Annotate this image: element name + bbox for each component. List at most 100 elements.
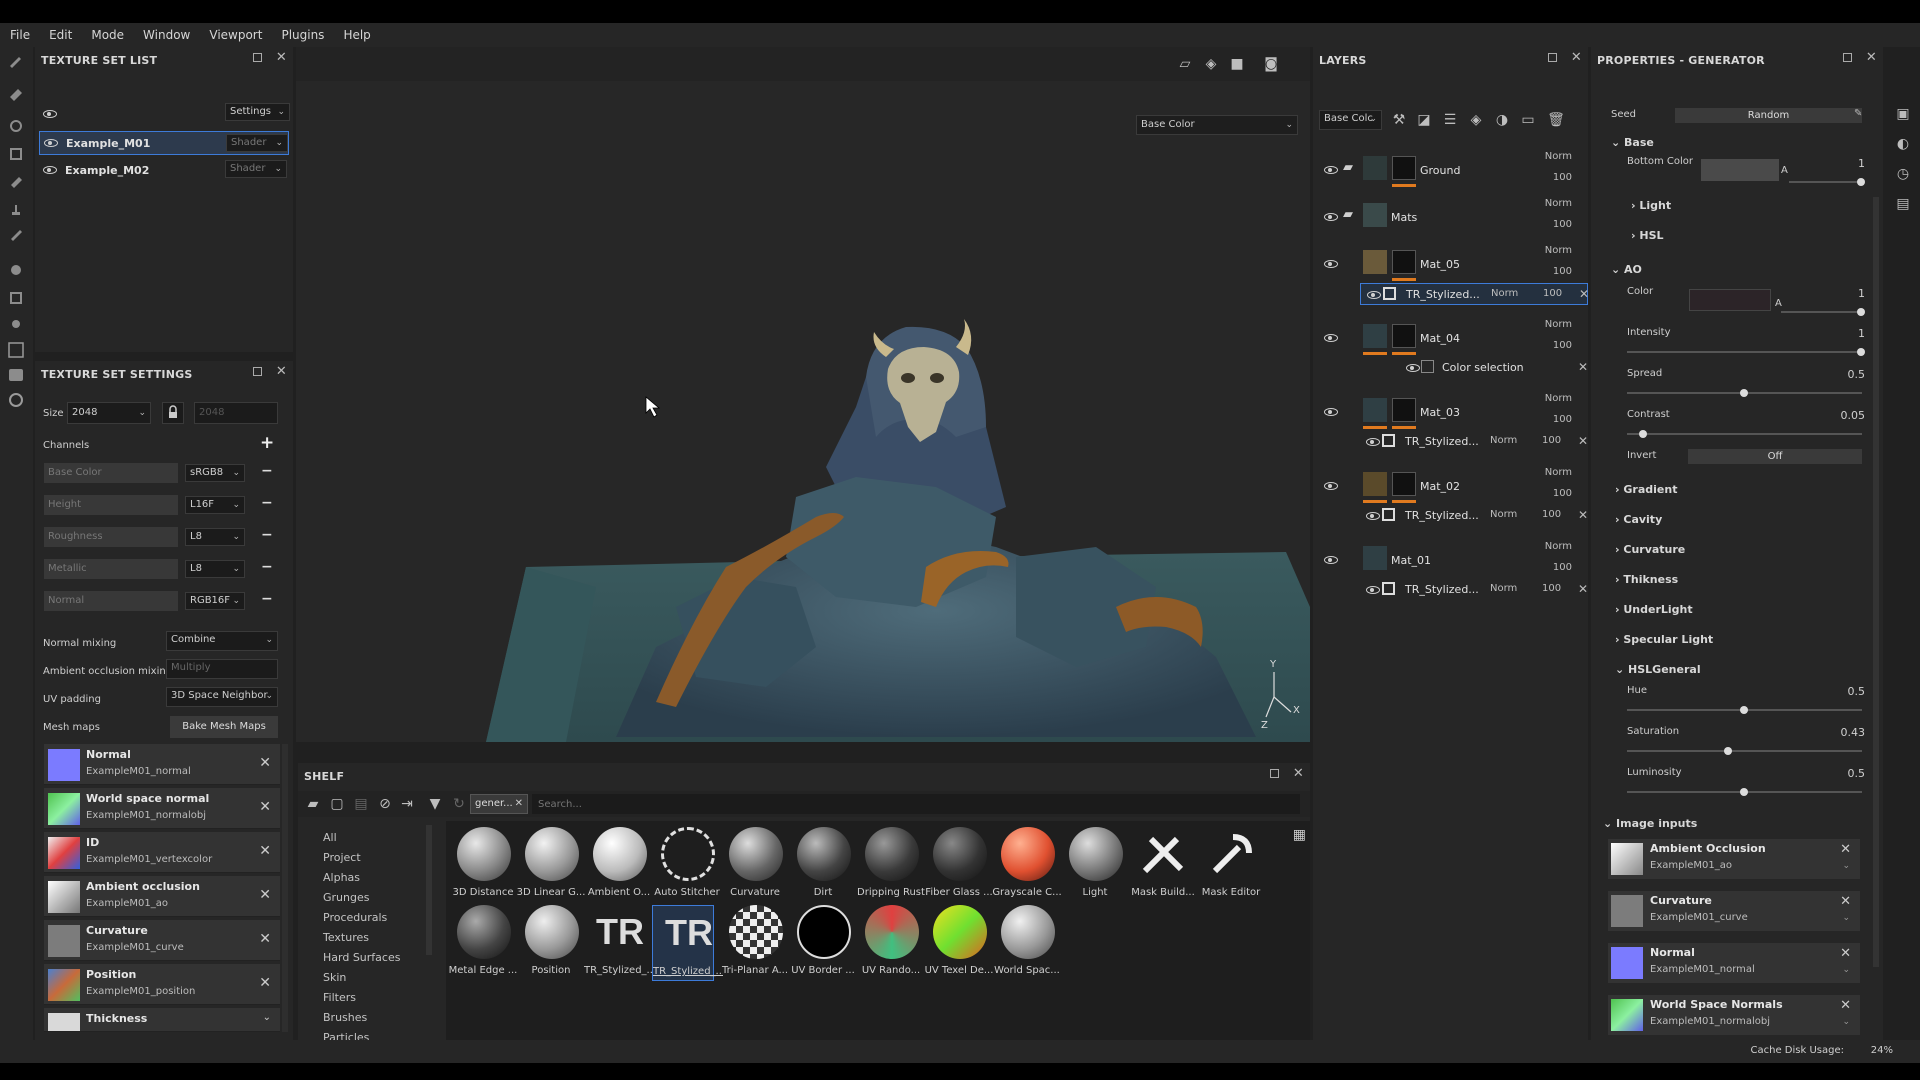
float-icon[interactable] [252, 367, 262, 376]
close-icon[interactable]: ✕ [1578, 360, 1588, 374]
shelf-item[interactable]: TR TR_Stylized_... [584, 905, 654, 981]
close-icon[interactable]: ✕ [259, 755, 271, 771]
channel-format-dropdown[interactable]: L16F ⌄ [185, 496, 245, 514]
opacity-value[interactable]: 100 [1553, 562, 1572, 573]
close-icon[interactable]: ✕ [1578, 508, 1588, 522]
blend-mode[interactable]: Norm [1491, 288, 1518, 299]
close-icon[interactable]: ✕ [276, 365, 287, 378]
ao-color-alpha-slider[interactable] [1781, 308, 1865, 316]
section-hslgeneral[interactable]: ⌄ HSLGeneral [1615, 663, 1701, 676]
section-image-inputs[interactable]: ⌄ Image inputs [1603, 817, 1697, 830]
eye-icon[interactable] [1366, 438, 1380, 446]
close-icon[interactable]: ✕ [276, 51, 287, 64]
opacity-value[interactable]: 100 [1553, 219, 1572, 230]
saturation-slider[interactable] [1627, 747, 1862, 755]
spread-slider[interactable] [1627, 389, 1862, 397]
category-textures[interactable]: Textures [323, 931, 369, 944]
history-icon[interactable]: ◷ [1894, 165, 1912, 183]
baking-icon[interactable] [11, 265, 21, 275]
category-alphas[interactable]: Alphas [323, 871, 360, 884]
effect-row[interactable]: TR_Stylized... Norm 100 ✕ [1360, 431, 1588, 453]
blend-mode[interactable]: Norm [1490, 509, 1517, 520]
settings-dropdown[interactable]: Settings ⌄ [225, 103, 290, 121]
shelf-item[interactable]: UV Texel De... [924, 905, 993, 981]
menu-window[interactable]: Window [143, 28, 190, 42]
blend-mode[interactable]: Norm [1545, 393, 1572, 404]
shader-dropdown[interactable]: Shader ⌄ [225, 160, 287, 178]
eye-icon[interactable] [1367, 291, 1381, 299]
opacity-value[interactable]: 100 [1542, 435, 1561, 446]
luminosity-slider[interactable] [1627, 788, 1862, 796]
eye-icon[interactable] [1324, 482, 1338, 490]
ao-mixing-dropdown[interactable]: Multiply [166, 659, 278, 679]
mesh-map-item[interactable]: Ambient occlusion ExampleM01_ao ✕ [44, 876, 280, 917]
scrollbar[interactable] [426, 825, 432, 955]
delete-icon[interactable]: 🗑 [1547, 111, 1565, 129]
shelf-item[interactable]: Dirt [788, 827, 851, 903]
section-light[interactable]: › Light [1631, 199, 1671, 212]
opacity-value[interactable]: 100 [1553, 340, 1572, 351]
grid-view-icon[interactable]: ▦ [1293, 827, 1306, 843]
ao-color-swatch[interactable] [1689, 289, 1771, 311]
smudge-icon[interactable] [11, 177, 22, 188]
eye-icon[interactable] [1366, 586, 1380, 594]
opacity-value[interactable]: 100 [1542, 583, 1561, 594]
intensity-slider[interactable] [1627, 348, 1865, 356]
image-input[interactable]: Normal ExampleM01_normal ✕ ⌄ [1608, 943, 1860, 983]
section-cavity[interactable]: › Cavity [1615, 513, 1662, 526]
hue-slider[interactable] [1627, 706, 1862, 714]
normal-mixing-dropdown[interactable]: Combine ⌄ [166, 631, 278, 651]
category-particles[interactable]: Particles [323, 1031, 369, 1040]
remove-channel-icon[interactable]: − [261, 591, 273, 607]
effect-row[interactable]: TR_Stylized... Norm 100 ✕ [1360, 505, 1588, 527]
mesh-map-item[interactable]: Position ExampleM01_position ✕ [44, 964, 280, 1005]
opacity-value[interactable]: 100 [1553, 488, 1572, 499]
blend-mode[interactable]: Norm [1490, 583, 1517, 594]
eye-icon[interactable] [44, 139, 58, 147]
add-effect-icon[interactable]: ⚒ [1390, 111, 1408, 129]
section-gradient[interactable]: › Gradient [1615, 483, 1677, 496]
add-mask-icon[interactable]: ◑ [1493, 111, 1511, 129]
settings-icon[interactable] [12, 320, 20, 328]
eraser-icon[interactable] [10, 89, 22, 101]
add-folder-icon[interactable]: ▭ [1519, 111, 1537, 129]
close-icon[interactable]: ✕ [1578, 582, 1588, 596]
blend-mode[interactable]: Norm [1545, 467, 1572, 478]
filter-tag[interactable]: gener... ✕ [470, 794, 528, 814]
channel-roughness[interactable]: Roughness [44, 527, 178, 547]
blend-mode[interactable]: Norm [1545, 198, 1572, 209]
mesh-map-item[interactable]: ID ExampleM01_vertexcolor ✕ [44, 832, 280, 873]
filter-icon[interactable]: ▼ [426, 795, 444, 813]
close-icon[interactable]: ✕ [1840, 946, 1851, 961]
opacity-value[interactable]: 100 [1553, 266, 1572, 277]
shelf-item[interactable]: Mask Build... [1128, 827, 1195, 903]
add-layer-icon[interactable]: ☰ [1441, 111, 1459, 129]
shelf-item[interactable]: Ambient O... [584, 827, 650, 903]
layer-channel-dropdown[interactable]: Base Colc ⌄ [1319, 110, 1382, 130]
chevron-down-icon[interactable]: ⌄ [1842, 861, 1850, 871]
size-dropdown[interactable]: 2048 ⌄ [67, 402, 151, 424]
effect-row[interactable]: TR_Stylized... Norm 100 ✕ [1360, 579, 1588, 601]
section-thikness[interactable]: › Thikness [1615, 573, 1678, 586]
color-picker-icon[interactable] [11, 230, 22, 241]
channel-format-dropdown[interactable]: L8 ⌄ [185, 560, 245, 578]
folder-icon[interactable]: ▰ [304, 795, 322, 813]
projection-icon[interactable] [10, 120, 22, 132]
float-icon[interactable] [1842, 53, 1852, 62]
add-fill-layer-icon[interactable]: ◪ [1415, 111, 1433, 129]
menu-edit[interactable]: Edit [49, 28, 72, 42]
uv-padding-dropdown[interactable]: 3D Space Neighbor ⌄ [166, 687, 278, 707]
lock-icon[interactable] [162, 402, 184, 424]
hide-icon[interactable]: ⊘ [376, 795, 394, 813]
eye-icon[interactable] [1324, 334, 1338, 342]
scrollbar[interactable] [1873, 197, 1879, 967]
texture-set-row[interactable]: Example_M02 Shader ⌄ [39, 158, 289, 182]
close-icon[interactable]: ✕ [1840, 998, 1851, 1013]
section-specular-light[interactable]: › Specular Light [1615, 633, 1713, 646]
category-all[interactable]: All [323, 831, 337, 844]
remove-channel-icon[interactable]: − [261, 463, 273, 479]
close-icon[interactable]: ✕ [1840, 894, 1851, 909]
menu-file[interactable]: File [10, 28, 30, 42]
shelf-item[interactable]: Tri-Planar A... [720, 905, 788, 981]
refresh-icon[interactable]: ↻ [450, 795, 468, 813]
